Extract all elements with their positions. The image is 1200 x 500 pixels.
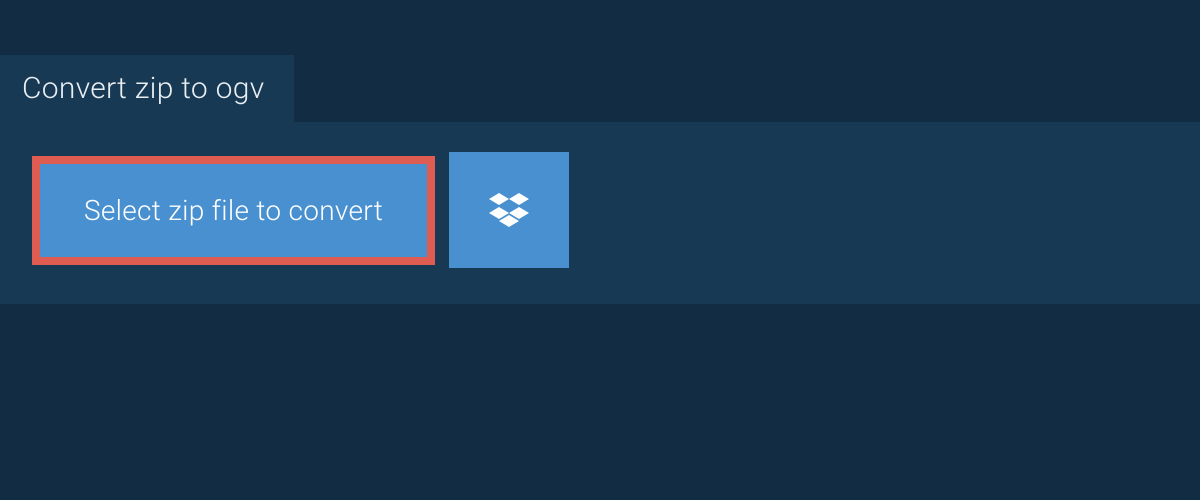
tab-label: Convert zip to ogv	[22, 71, 264, 106]
upload-panel: Select zip file to convert	[0, 122, 1200, 304]
tab-convert[interactable]: Convert zip to ogv	[0, 55, 294, 122]
dropbox-icon	[489, 189, 529, 232]
select-file-button[interactable]: Select zip file to convert	[32, 156, 435, 265]
tab-bar: Convert zip to ogv	[0, 0, 1200, 122]
dropbox-button[interactable]	[449, 152, 569, 268]
select-file-label: Select zip file to convert	[84, 194, 383, 227]
